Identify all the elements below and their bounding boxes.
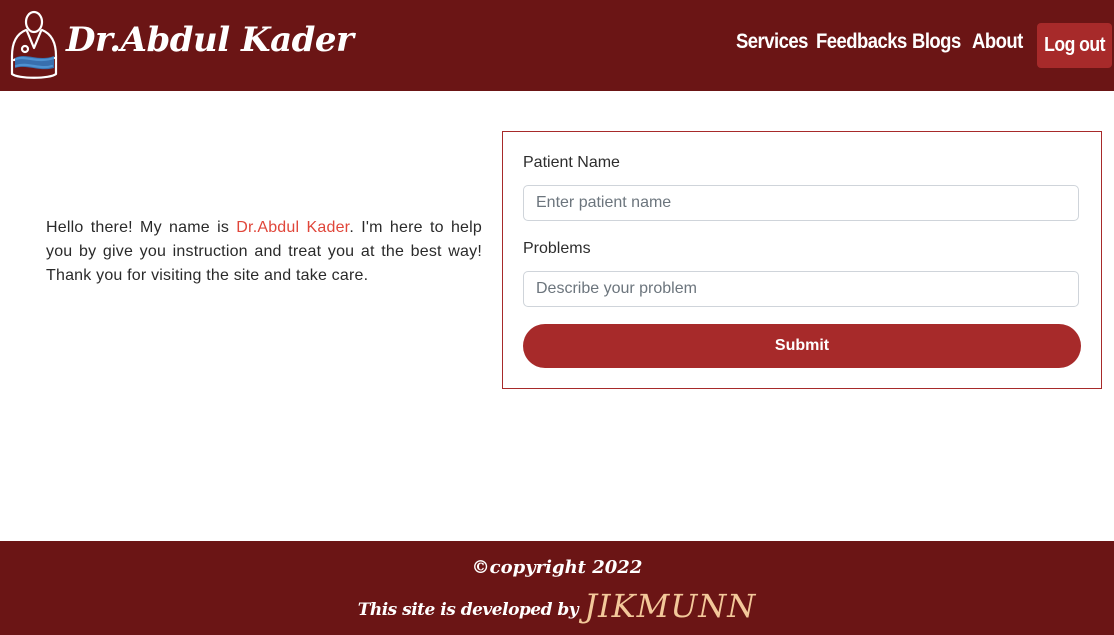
patient-name-input[interactable] [523, 185, 1079, 221]
developed-by-text: This site is developed by [357, 600, 579, 620]
nav-blogs[interactable]: Blogs [912, 30, 961, 54]
nav-services[interactable]: Services [736, 30, 808, 54]
developer-credit: This site is developed by JIKMUNN [0, 587, 1114, 625]
developer-name: JIKMUNN [584, 587, 757, 625]
patient-name-label: Patient Name [523, 154, 620, 171]
problems-input[interactable] [523, 271, 1079, 307]
intro-text: Hello there! My name is Dr.Abdul Kader. … [46, 216, 482, 288]
doctor-icon[interactable] [6, 8, 62, 82]
logout-button[interactable]: Log out [1037, 23, 1112, 68]
logout-label: Log out [1044, 34, 1105, 56]
submit-button[interactable]: Submit [523, 324, 1081, 368]
brand-title[interactable]: Dr.Abdul Kader [66, 20, 354, 60]
intro-text-part1: Hello there! My name is [46, 219, 237, 236]
doctor-name-highlight: Dr.Abdul Kader [236, 219, 350, 236]
problems-label: Problems [523, 240, 591, 257]
copyright-text: ©copyright 2022 [471, 557, 643, 578]
nav-feedbacks[interactable]: Feedbacks [816, 30, 907, 54]
top-navbar: Dr.Abdul Kader Services Feedbacks Blogs … [0, 0, 1114, 91]
patient-form: Patient Name Problems Submit [502, 131, 1102, 389]
footer: ©copyright 2022 This site is developed b… [0, 541, 1114, 635]
nav-about[interactable]: About [972, 30, 1023, 54]
